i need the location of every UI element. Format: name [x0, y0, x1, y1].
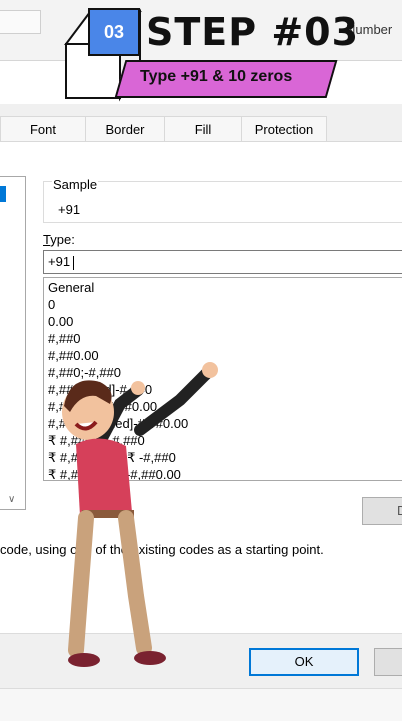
- sample-value: +91: [58, 202, 81, 217]
- delete-button-label: D: [397, 503, 402, 518]
- list-item[interactable]: #,##0: [48, 331, 81, 346]
- tab-fill-label: Fill: [194, 122, 212, 137]
- tab-protection-label: Protection: [254, 122, 314, 137]
- status-bar: [0, 688, 402, 721]
- sample-label: Sample: [52, 177, 99, 192]
- type-label-text: ype:: [50, 232, 75, 247]
- cancel-button[interactable]: [374, 648, 402, 676]
- tab-font[interactable]: Font: [0, 116, 86, 142]
- step-number-badge: 03: [88, 8, 140, 56]
- tab-font-label: Font: [29, 122, 56, 137]
- type-input[interactable]: +91: [43, 250, 402, 274]
- category-list[interactable]: [0, 176, 26, 510]
- step-title: STEP #03: [146, 10, 360, 54]
- ribbon-control[interactable]: [0, 10, 41, 34]
- text-caret: [73, 255, 75, 270]
- list-item[interactable]: 0.00: [48, 314, 73, 329]
- type-label: Type:: [43, 232, 75, 247]
- delete-button[interactable]: D: [362, 497, 402, 525]
- dialog-tabs: Font Border Fill Protection: [0, 116, 402, 142]
- list-item[interactable]: General: [48, 280, 94, 295]
- cheering-man-illustration: [62, 362, 218, 667]
- type-input-value: +91: [48, 254, 71, 269]
- tab-border-label: Border: [105, 122, 145, 137]
- tab-fill[interactable]: Fill: [164, 116, 242, 142]
- tab-border[interactable]: Border: [85, 116, 165, 142]
- tab-protection[interactable]: Protection: [241, 116, 327, 142]
- step-subtitle: Type +91 & 10 zeros: [140, 68, 293, 85]
- ok-button-label: OK: [294, 654, 314, 669]
- list-item[interactable]: 0: [48, 297, 55, 312]
- chevron-down-icon[interactable]: ∨: [8, 494, 15, 505]
- category-selected-item[interactable]: [0, 186, 6, 202]
- ok-button[interactable]: OK: [249, 648, 359, 676]
